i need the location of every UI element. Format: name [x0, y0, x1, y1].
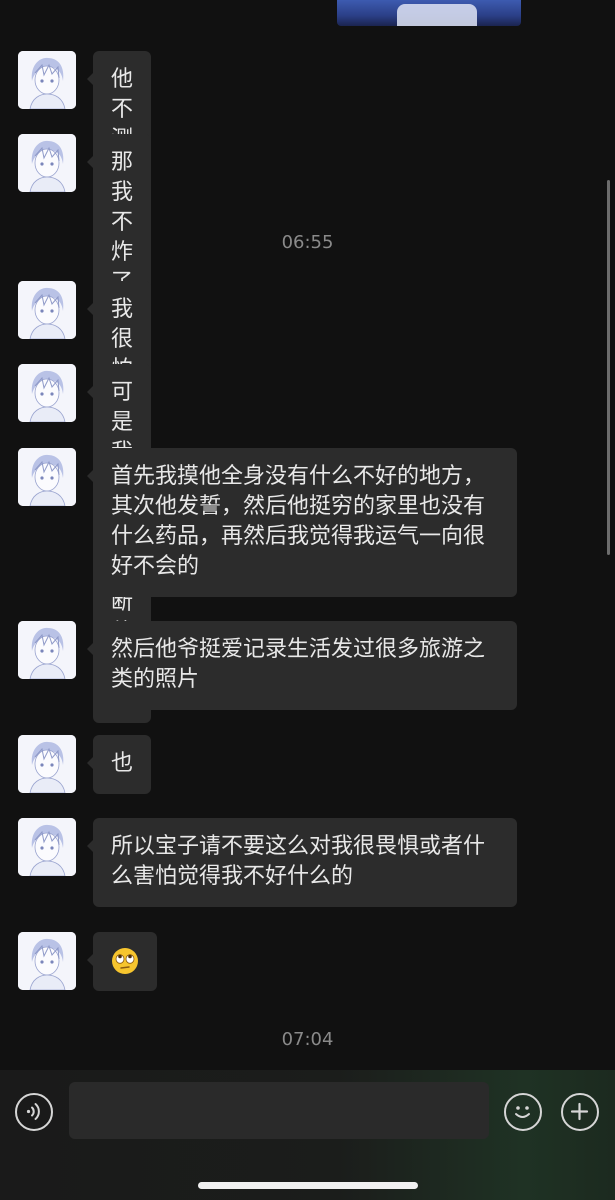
message-bubble[interactable]: 也 [86, 735, 152, 794]
emoji-button[interactable] [504, 1093, 542, 1131]
message-bubble[interactable]: 🙄 [87, 932, 157, 991]
home-indicator[interactable] [198, 1182, 418, 1189]
message-bubble[interactable]: 首先我摸他全身没有什么不好的地方，其次他发誓，然后他挺穷的家里也没有什么药品，再… [87, 448, 517, 597]
avatar[interactable] [18, 735, 76, 793]
avatar[interactable] [18, 932, 76, 990]
message-bubble[interactable]: 然后他爷挺爱记录生活发过很多旅游之类的照片 [87, 621, 517, 710]
message-input[interactable] [69, 1082, 489, 1139]
avatar[interactable] [18, 448, 76, 506]
avatar[interactable] [18, 364, 76, 422]
voice-icon [26, 1103, 40, 1120]
avatar[interactable] [18, 134, 76, 192]
eye-roll-emoji-icon [112, 948, 138, 974]
timestamp: 06:55 [281, 232, 334, 253]
avatar[interactable] [18, 621, 76, 679]
image-message-partial[interactable] [337, 0, 521, 26]
voice-button[interactable] [15, 1093, 53, 1131]
emoji-icon [515, 1106, 530, 1118]
avatar[interactable] [18, 51, 76, 109]
message-bubble[interactable]: 所以宝子请不要这么对我很畏惧或者什么害怕觉得我不好什么的 [87, 818, 517, 907]
plus-icon [570, 1102, 589, 1121]
input-bar [0, 1070, 615, 1200]
avatar[interactable] [18, 818, 76, 876]
more-button[interactable] [561, 1093, 599, 1131]
timestamp: 07:04 [281, 1029, 334, 1050]
avatar[interactable] [18, 281, 76, 339]
